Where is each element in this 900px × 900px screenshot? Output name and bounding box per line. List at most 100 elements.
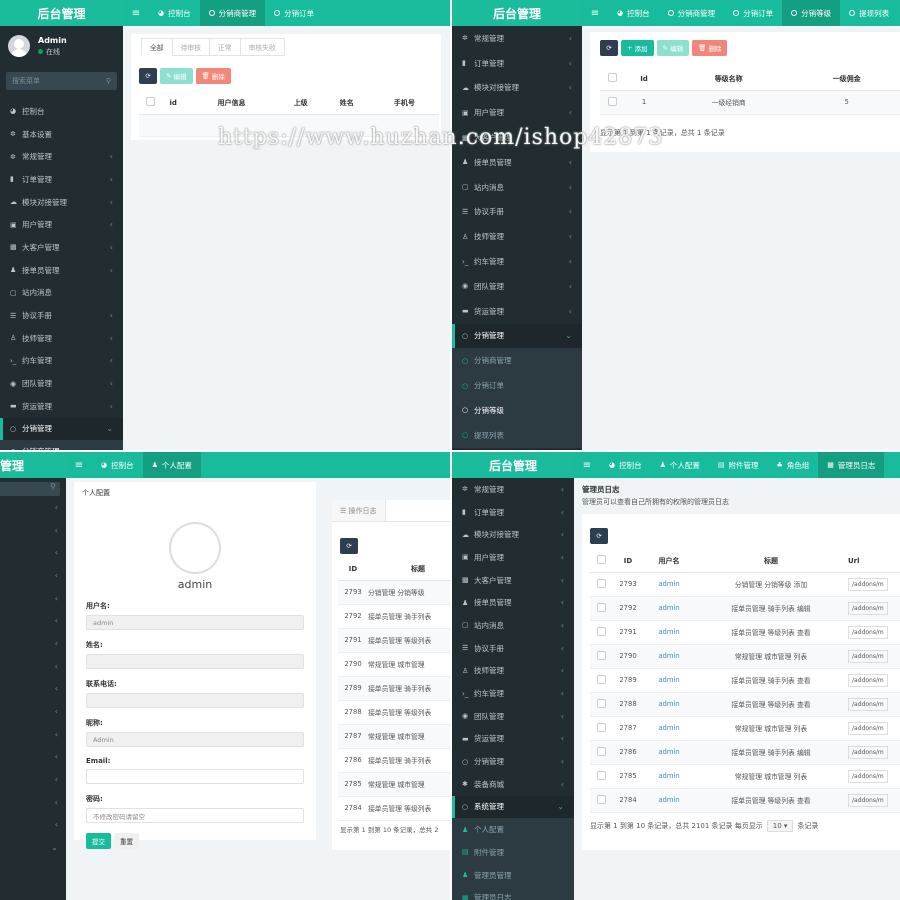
sidebar-item-collapsed[interactable]: ‹ xyxy=(0,632,66,655)
tab-distribution-order[interactable]: 分销订单 xyxy=(265,0,323,26)
sidebar-item-collapsed[interactable]: ‹ xyxy=(0,541,66,564)
sidebar-subitem[interactable]: ○ 分销商管理 xyxy=(452,348,582,374)
cell-username[interactable]: admin xyxy=(644,620,694,645)
sidebar-item-q1-5[interactable]: ▣ 用户管理 ‹ xyxy=(0,213,123,236)
sidebar-item-q1-1[interactable]: ✲ 基本设置 xyxy=(0,123,123,146)
cell-username[interactable]: admin xyxy=(644,788,694,813)
menu-toggle-icon[interactable]: ≡ xyxy=(574,452,600,478)
sidebar-item-q2-2[interactable]: ☁ 模块对接管理 ‹ xyxy=(452,76,582,101)
sidebar-item-q1-6[interactable]: ▩ 大客户管理 ‹ xyxy=(0,236,123,259)
sidebar-item-collapsed[interactable]: ‹ xyxy=(0,814,66,837)
sidebar-item-collapsed[interactable]: ‹ xyxy=(0,723,66,746)
profile-field-1[interactable] xyxy=(86,654,304,669)
sidebar-subitem[interactable]: ●分销商管理 xyxy=(0,440,123,450)
table-row[interactable]: 2785 常规管理 城市管理 xyxy=(338,772,450,797)
tab-distributor[interactable]: 分销商管理 xyxy=(199,0,266,26)
row-checkbox[interactable] xyxy=(596,602,606,612)
row-checkbox[interactable] xyxy=(596,698,606,708)
table-row[interactable]: 2785 admin 常规管理 城市管理 列表/addons/m xyxy=(590,764,900,789)
menu-toggle-icon[interactable]: ≡ xyxy=(66,452,92,478)
sidebar-item-collapsed[interactable]: ‹ xyxy=(0,746,66,769)
menu-search-input[interactable]: 搜索菜单 ⚲ xyxy=(6,72,117,90)
table-row[interactable]: 2789 接单员管理 骑手列表 xyxy=(338,676,450,701)
select-all-checkbox[interactable] xyxy=(607,73,617,83)
tab-distribution-order[interactable]: 分销订单 xyxy=(724,0,782,26)
table-row[interactable]: 2788 admin 接单员管理 等级列表 查看/addons/m xyxy=(590,692,900,717)
filter-normal[interactable]: 正常 xyxy=(208,38,241,56)
sidebar-item-collapsed[interactable]: ‹ xyxy=(0,564,66,587)
sidebar-subitem[interactable]: ♟ 个人配置 xyxy=(452,818,574,841)
reset-button[interactable]: 重置 xyxy=(114,833,139,849)
table-row[interactable]: 2791 接单员管理 等级列表 xyxy=(338,628,450,653)
table-row[interactable]: 2787 admin 常规管理 城市管理 列表/addons/m xyxy=(590,716,900,741)
row-checkbox[interactable] xyxy=(596,722,606,732)
sidebar-item-q2-10[interactable]: ◉ 团队管理 ‹ xyxy=(452,274,582,299)
page-size-select[interactable]: 10 ▾ xyxy=(766,820,794,832)
sidebar-item-q1-14[interactable]: ○ 分销管理 ⌄ xyxy=(0,417,123,441)
tab-dashboard[interactable]: ◕ 控制台 xyxy=(92,452,143,478)
select-all-checkbox[interactable] xyxy=(145,97,155,107)
tab-profile[interactable]: ♟ 个人配置 xyxy=(142,452,201,478)
sidebar-item-q1-0[interactable]: ◕ 控制台 xyxy=(0,100,123,123)
sidebar-item-q2-4[interactable]: ▩ 大客户管理 ‹ xyxy=(452,125,582,150)
refresh-button[interactable]: ⟳ xyxy=(600,40,618,56)
sidebar-subitem[interactable]: ○ 分销等级 xyxy=(452,397,582,423)
tab-withdraw-list[interactable]: 提现列表 xyxy=(840,0,898,26)
sidebar-item-q1-10[interactable]: ♙ 技师管理 ‹ xyxy=(0,327,123,350)
tab-profile[interactable]: ♟ 个人配置 xyxy=(651,452,709,478)
tab-attachment[interactable]: ▤ 附件管理 xyxy=(709,452,768,478)
sidebar-item-collapsed[interactable]: ‹ xyxy=(0,768,66,791)
sidebar-item-q1-3[interactable]: ▮ 订单管理 ‹ xyxy=(0,168,123,191)
sidebar-subitem[interactable]: ○ 分销订单 xyxy=(452,373,582,398)
filter-pending[interactable]: 待审核 xyxy=(171,38,210,56)
sidebar-item-q2-11[interactable]: ▬ 货运管理 ‹ xyxy=(452,299,582,324)
sidebar-item-collapsed[interactable]: ‹ xyxy=(0,791,66,814)
row-checkbox[interactable] xyxy=(596,650,606,660)
menu-toggle-icon[interactable]: ≡ xyxy=(582,0,608,26)
table-row[interactable]: 2793 分销管理 分销等级 xyxy=(338,580,450,605)
sidebar-item-q2-7[interactable]: ☰ 协议手册 ‹ xyxy=(452,200,582,225)
tab-distributor[interactable]: 分销商管理 xyxy=(659,0,725,26)
sidebar-item-q1-8[interactable]: ▢ 站内消息 xyxy=(0,282,123,305)
tab-dashboard[interactable]: ◕ 控制台 xyxy=(608,0,659,26)
cell-username[interactable]: admin xyxy=(644,596,694,621)
refresh-button[interactable]: ⟳ xyxy=(139,68,157,84)
delete-button[interactable]: 🗑 删除 xyxy=(195,68,231,84)
tab-dashboard[interactable]: ◕ 控制台 xyxy=(149,0,200,26)
sidebar-item-q4-11[interactable]: ▬ 货运管理 ‹ xyxy=(452,728,574,751)
cell-username[interactable]: admin xyxy=(644,668,694,693)
sidebar-item-q2-9[interactable]: ›_ 约车管理 ‹ xyxy=(452,249,582,274)
cell-username[interactable]: admin xyxy=(644,716,694,741)
table-row[interactable]: 2787 常规管理 城市管理 xyxy=(338,724,450,749)
cell-username[interactable]: admin xyxy=(644,764,694,789)
sidebar-item-q2-0[interactable]: ✲ 常规管理 ‹ xyxy=(452,26,582,51)
menu-toggle-icon[interactable]: ≡ xyxy=(123,0,149,26)
row-checkbox[interactable] xyxy=(596,578,606,588)
cell-username[interactable]: admin xyxy=(644,644,694,669)
profile-avatar[interactable] xyxy=(169,522,221,574)
sidebar-item-q2-12[interactable]: ○ 分销管理 ⌄ xyxy=(452,323,582,349)
tab-dashboard[interactable]: ◕ 控制台 xyxy=(600,452,651,478)
row-checkbox[interactable] xyxy=(596,746,606,756)
sidebar-subitem[interactable]: ▤ 附件管理 xyxy=(452,841,574,864)
sidebar-item-q1-12[interactable]: ◉ 团队管理 ‹ xyxy=(0,372,123,395)
tab-admin-log[interactable]: ▦ 管理员日志 xyxy=(818,452,885,478)
row-checkbox[interactable] xyxy=(596,794,606,804)
sidebar-item-q4-2[interactable]: ☁ 模块对接管理 ‹ xyxy=(452,523,574,546)
sidebar-item-q4-0[interactable]: ✲ 常规管理 ‹ xyxy=(452,478,574,501)
table-row[interactable]: 2792 admin 接单员管理 骑手列表 编辑/addons/m xyxy=(590,596,900,621)
sidebar-item-q1-9[interactable]: ☰ 协议手册 ‹ xyxy=(0,304,123,327)
sidebar-subitem[interactable]: ▦ 管理员日志 xyxy=(452,886,574,900)
sidebar-item-collapsed[interactable]: ‹ xyxy=(0,609,66,632)
profile-field-0[interactable]: admin xyxy=(86,615,304,630)
submit-button[interactable]: 提交 xyxy=(86,833,111,849)
sidebar-item-collapsed[interactable]: ‹ xyxy=(0,587,66,610)
refresh-button[interactable]: ⟳ xyxy=(590,528,608,544)
sidebar-item-q4-13[interactable]: ✱ 装备商城 ‹ xyxy=(452,773,574,796)
sidebar-item-collapsed[interactable]: ‹ xyxy=(0,519,66,542)
row-checkbox[interactable] xyxy=(596,626,606,636)
tab-role-group[interactable]: ♣ 角色组 xyxy=(768,452,819,478)
table-row[interactable]: 2793 admin 分销管理 分销等级 添加/addons/m xyxy=(590,572,900,597)
sidebar-item-q1-7[interactable]: ♟ 接单员管理 ‹ xyxy=(0,259,123,282)
table-row[interactable]: 2790 admin 常规管理 城市管理 列表/addons/m xyxy=(590,644,900,669)
